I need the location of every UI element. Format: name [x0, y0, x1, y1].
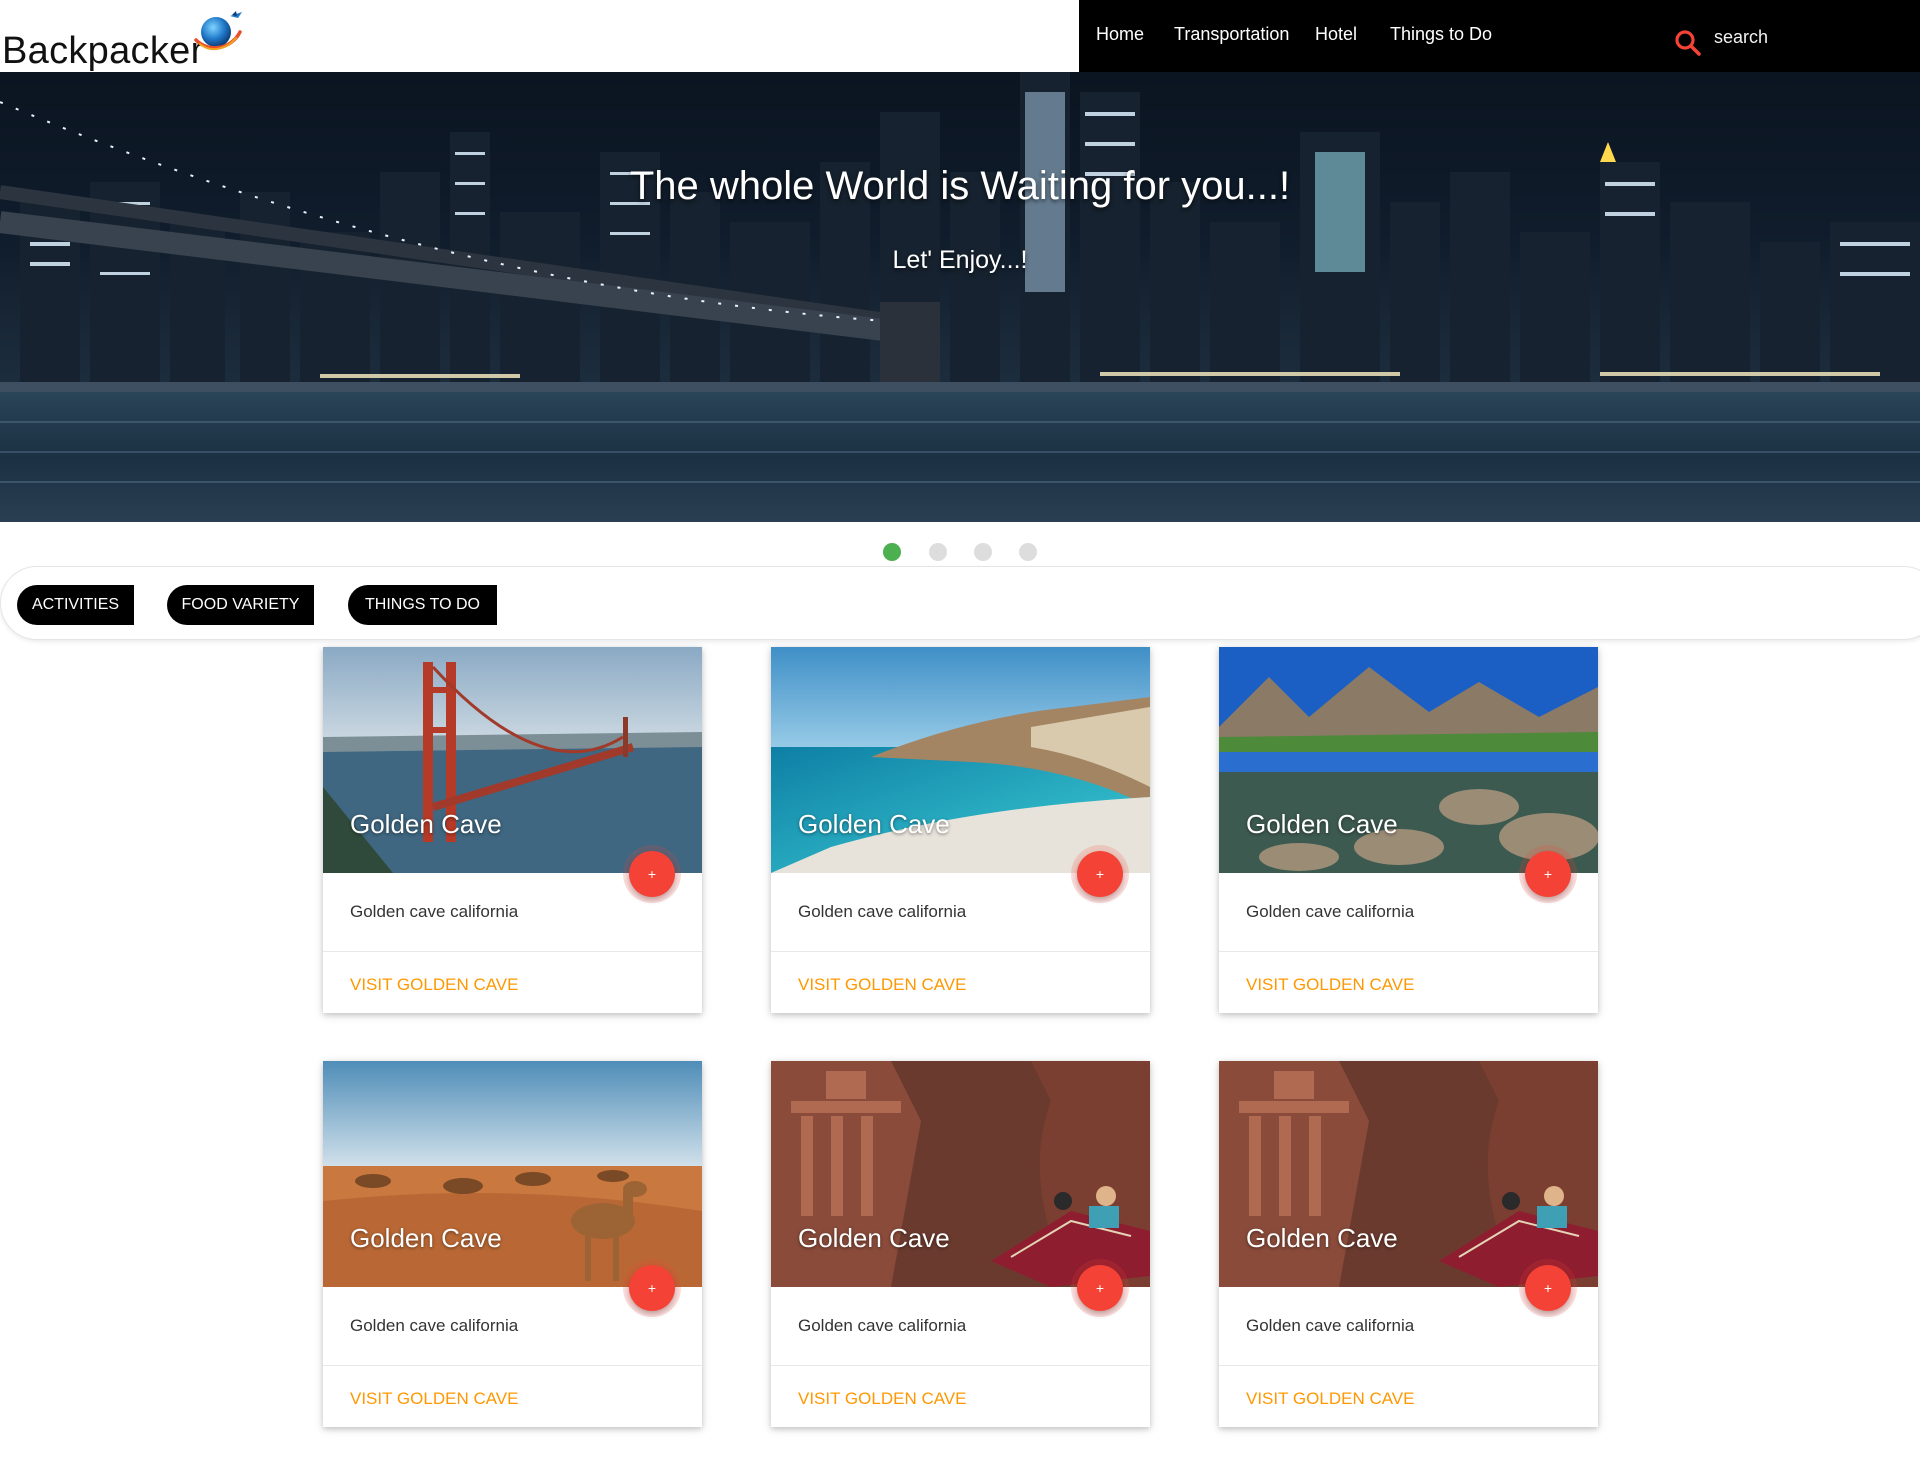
nav-transportation[interactable]: Transportation — [1174, 24, 1289, 45]
card-divider — [1219, 951, 1598, 952]
card-description: Golden cave california — [798, 1316, 967, 1335]
add-button[interactable]: + — [1077, 851, 1123, 897]
category-tabs: ACTIVITIES FOOD VARIETY THINGS TO DO — [0, 566, 1920, 640]
destination-card: Golden Cave + Golden cave california VIS… — [771, 647, 1150, 1013]
tab-activities[interactable]: ACTIVITIES — [17, 585, 134, 625]
hero-carousel[interactable]: The whole World is Waiting for you...! L… — [0, 72, 1920, 522]
destination-card: Golden Cave + Golden cave california VIS… — [1219, 1061, 1598, 1427]
card-image[interactable]: Golden Cave — [323, 647, 702, 873]
globe-plane-logo-icon — [194, 11, 242, 51]
card-title: Golden Cave — [798, 809, 950, 839]
visit-link[interactable]: VISIT GOLDEN CAVE — [1246, 1389, 1414, 1409]
visit-link[interactable]: VISIT GOLDEN CAVE — [798, 1389, 966, 1409]
destination-card: Golden Cave + Golden cave california VIS… — [771, 1061, 1150, 1427]
card-title: Golden Cave — [350, 1223, 502, 1253]
nav-home[interactable]: Home — [1096, 24, 1144, 45]
destination-card: Golden Cave + Golden cave california VIS… — [1219, 647, 1598, 1013]
visit-link[interactable]: VISIT GOLDEN CAVE — [350, 1389, 518, 1409]
card-title: Golden Cave — [1246, 809, 1398, 839]
destination-card: Golden Cave + Golden cave california VIS… — [323, 647, 702, 1013]
card-image[interactable]: Golden Cave — [1219, 647, 1598, 873]
add-button[interactable]: + — [629, 851, 675, 897]
card-divider — [323, 1365, 702, 1366]
card-divider — [771, 951, 1150, 952]
carousel-dot-1[interactable] — [883, 543, 901, 561]
add-button[interactable]: + — [1525, 1265, 1571, 1311]
site-header: Backpacker Home Transportation Hotel Thi… — [0, 0, 1920, 72]
card-title: Golden Cave — [350, 809, 502, 839]
card-title: Golden Cave — [798, 1223, 950, 1253]
hero-subtitle: Let' Enjoy...! — [892, 246, 1028, 274]
visit-link[interactable]: VISIT GOLDEN CAVE — [798, 975, 966, 995]
hero-title: The whole World is Waiting for you...! — [629, 164, 1291, 208]
card-image[interactable]: Golden Cave — [1219, 1061, 1598, 1287]
add-button[interactable]: + — [1525, 851, 1571, 897]
visit-link[interactable]: VISIT GOLDEN CAVE — [1246, 975, 1414, 995]
nav-hotel[interactable]: Hotel — [1315, 24, 1357, 45]
city-skyline-image — [0, 72, 1920, 522]
card-description: Golden cave california — [350, 1316, 519, 1335]
card-image[interactable]: Golden Cave — [323, 1061, 702, 1287]
card-divider — [1219, 1365, 1598, 1366]
carousel-dot-2[interactable] — [929, 543, 947, 561]
search-input[interactable] — [1714, 20, 1904, 54]
card-divider — [771, 1365, 1150, 1366]
carousel-dot-3[interactable] — [974, 543, 992, 561]
card-title: Golden Cave — [1246, 1223, 1398, 1253]
card-divider — [323, 951, 702, 952]
card-description: Golden cave california — [350, 902, 519, 921]
card-description: Golden cave california — [798, 902, 967, 921]
tab-food-variety[interactable]: FOOD VARIETY — [167, 585, 314, 625]
visit-link[interactable]: VISIT GOLDEN CAVE — [350, 975, 518, 995]
card-image[interactable]: Golden Cave — [771, 1061, 1150, 1287]
search-icon[interactable] — [1674, 29, 1702, 57]
carousel-dot-4[interactable] — [1019, 543, 1037, 561]
add-button[interactable]: + — [1077, 1265, 1123, 1311]
add-button[interactable]: + — [629, 1265, 675, 1311]
tab-things-to-do[interactable]: THINGS TO DO — [348, 585, 497, 625]
nav-things-to-do[interactable]: Things to Do — [1390, 24, 1492, 45]
destination-card: Golden Cave + Golden cave california VIS… — [323, 1061, 702, 1427]
card-description: Golden cave california — [1246, 1316, 1415, 1335]
brand-name[interactable]: Backpacker — [2, 30, 204, 73]
card-description: Golden cave california — [1246, 902, 1415, 921]
card-image[interactable]: Golden Cave — [771, 647, 1150, 873]
